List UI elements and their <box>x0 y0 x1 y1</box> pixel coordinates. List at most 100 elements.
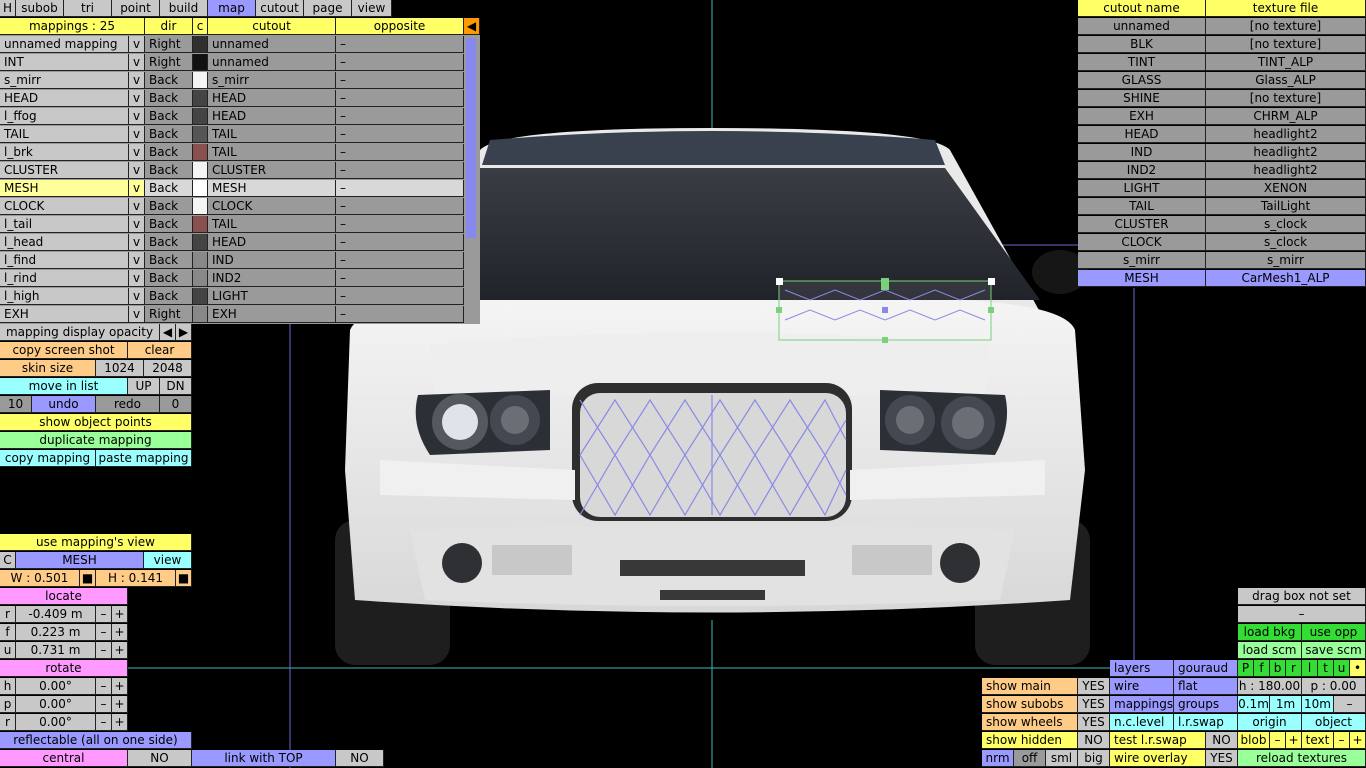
cutout-texture[interactable]: s_mirr <box>1206 252 1366 269</box>
mapping-color-swatch[interactable] <box>193 252 208 269</box>
rot-value[interactable]: 0.00° <box>16 678 96 695</box>
mapping-cutout[interactable]: s_mirr <box>208 72 336 89</box>
rot-plus-button[interactable]: + <box>112 678 128 695</box>
show-subobs-label[interactable]: show subobs <box>982 696 1078 713</box>
mapping-color-swatch[interactable] <box>193 162 208 179</box>
mapping-cutout[interactable]: HEAD <box>208 108 336 125</box>
mapping-dir[interactable]: Back <box>145 90 193 107</box>
cutout-texture[interactable]: [no texture] <box>1206 18 1366 35</box>
mapping-visible-toggle[interactable]: v <box>129 270 145 287</box>
cutout-name[interactable]: EXH <box>1078 108 1206 125</box>
mapping-cutout[interactable]: LIGHT <box>208 288 336 305</box>
link-with-top-value[interactable]: NO <box>336 750 384 767</box>
mapping-opposite[interactable]: – <box>336 162 464 179</box>
big-button[interactable]: big <box>1078 750 1110 767</box>
cutout-texture[interactable]: XENON <box>1206 180 1366 197</box>
text-minus-button[interactable]: – <box>1334 732 1350 749</box>
cutout-name[interactable]: CLOCK <box>1078 234 1206 251</box>
mapping-visible-toggle[interactable]: v <box>129 126 145 143</box>
central-label[interactable]: central <box>0 750 128 767</box>
loc-value[interactable]: 0.731 m <box>16 642 96 659</box>
groups-button[interactable]: groups <box>1174 696 1238 713</box>
cutout-name[interactable]: HEAD <box>1078 126 1206 143</box>
cutout-name[interactable]: LIGHT <box>1078 180 1206 197</box>
mapping-dir[interactable]: Back <box>145 108 193 125</box>
mapping-color-swatch[interactable] <box>193 90 208 107</box>
mapping-opposite[interactable]: – <box>336 36 464 53</box>
mapping-color-swatch[interactable] <box>193 234 208 251</box>
mappings-scrollbar[interactable] <box>466 38 476 238</box>
mapping-opposite[interactable]: – <box>336 306 464 323</box>
cutout-texture[interactable]: [no texture] <box>1206 36 1366 53</box>
skin-height[interactable]: 2048 <box>144 360 192 377</box>
rot-minus-button[interactable]: – <box>96 678 112 695</box>
cutout-texture[interactable]: TailLight <box>1206 198 1366 215</box>
loc-minus-button[interactable]: – <box>96 642 112 659</box>
skin-width[interactable]: 1024 <box>96 360 144 377</box>
mapping-dir[interactable]: Back <box>145 162 193 179</box>
clear-button[interactable]: clear <box>128 342 192 359</box>
mapping-opposite[interactable]: – <box>336 126 464 143</box>
mapping-visible-toggle[interactable]: v <box>129 234 145 251</box>
cutout-name[interactable]: IND <box>1078 144 1206 161</box>
mapping-cutout[interactable]: TAIL <box>208 144 336 161</box>
menu-map[interactable]: map <box>208 0 256 17</box>
c-button[interactable]: C <box>0 552 16 569</box>
reload-textures-button[interactable]: reload textures <box>1238 750 1366 767</box>
cutout-texture[interactable]: headlight2 <box>1206 126 1366 143</box>
width-lock-icon[interactable]: ■ <box>80 570 96 587</box>
show-main-value[interactable]: YES <box>1078 678 1110 695</box>
rot-value[interactable]: 0.00° <box>16 696 96 713</box>
cutout-texture[interactable]: CHRM_ALP <box>1206 108 1366 125</box>
cutout-texture[interactable]: CarMesh1_ALP <box>1206 270 1366 287</box>
mapping-dir[interactable]: Back <box>145 144 193 161</box>
show-subobs-value[interactable]: YES <box>1078 696 1110 713</box>
mapping-dir[interactable]: Back <box>145 198 193 215</box>
rot-plus-button[interactable]: + <box>112 696 128 713</box>
use-opp-button[interactable]: use opp <box>1302 624 1366 641</box>
wire-button[interactable]: wire <box>1110 678 1174 695</box>
mapping-color-swatch[interactable] <box>193 108 208 125</box>
cutout-name[interactable]: SHINE <box>1078 90 1206 107</box>
mapping-opposite[interactable]: – <box>336 270 464 287</box>
menu-build[interactable]: build <box>160 0 208 17</box>
mapping-cutout[interactable]: TAIL <box>208 126 336 143</box>
menu-view[interactable]: view <box>352 0 392 17</box>
menu-page[interactable]: page <box>304 0 352 17</box>
menu-subob[interactable]: subob <box>16 0 64 17</box>
mapping-name[interactable]: l_tail <box>0 216 129 233</box>
mapping-cutout[interactable]: unnamed <box>208 36 336 53</box>
loc-value[interactable]: 0.223 m <box>16 624 96 641</box>
mapping-visible-toggle[interactable]: v <box>129 72 145 89</box>
cutout-name[interactable]: TAIL <box>1078 198 1206 215</box>
menu-tri[interactable]: tri <box>64 0 112 17</box>
width-value[interactable]: W : 0.501 <box>0 570 80 587</box>
mapping-dir[interactable]: Right <box>145 36 193 53</box>
mapping-color-swatch[interactable] <box>193 288 208 305</box>
locate-button[interactable]: locate <box>0 588 128 605</box>
redo-button[interactable]: redo <box>96 396 160 413</box>
zoom-10m-button[interactable]: 10m <box>1302 696 1334 713</box>
mapping-color-swatch[interactable] <box>193 126 208 143</box>
view-letter-button[interactable]: f <box>1254 660 1270 677</box>
mapping-visible-toggle[interactable]: v <box>129 216 145 233</box>
mapping-color-swatch[interactable] <box>193 216 208 233</box>
zoom-1m-button[interactable]: 1m <box>1270 696 1302 713</box>
off-button[interactable]: off <box>1014 750 1046 767</box>
mapping-opposite[interactable]: – <box>336 288 464 305</box>
loc-plus-button[interactable]: + <box>112 642 128 659</box>
mapping-visible-toggle[interactable]: v <box>129 36 145 53</box>
layers-button[interactable]: layers <box>1110 660 1174 677</box>
rot-minus-button[interactable]: – <box>96 714 112 731</box>
loc-minus-button[interactable]: – <box>96 606 112 623</box>
mapping-dir[interactable]: Back <box>145 270 193 287</box>
undo-button[interactable]: undo <box>32 396 96 413</box>
mapping-dir[interactable]: Back <box>145 252 193 269</box>
mapping-name[interactable]: l_find <box>0 252 129 269</box>
mapping-dir[interactable]: Right <box>145 54 193 71</box>
mapping-name[interactable]: EXH <box>0 306 129 323</box>
paste-mapping-button[interactable]: paste mapping <box>96 450 192 467</box>
mapping-dir[interactable]: Back <box>145 288 193 305</box>
cutout-name[interactable]: GLASS <box>1078 72 1206 89</box>
cutout-name[interactable]: s_mirr <box>1078 252 1206 269</box>
